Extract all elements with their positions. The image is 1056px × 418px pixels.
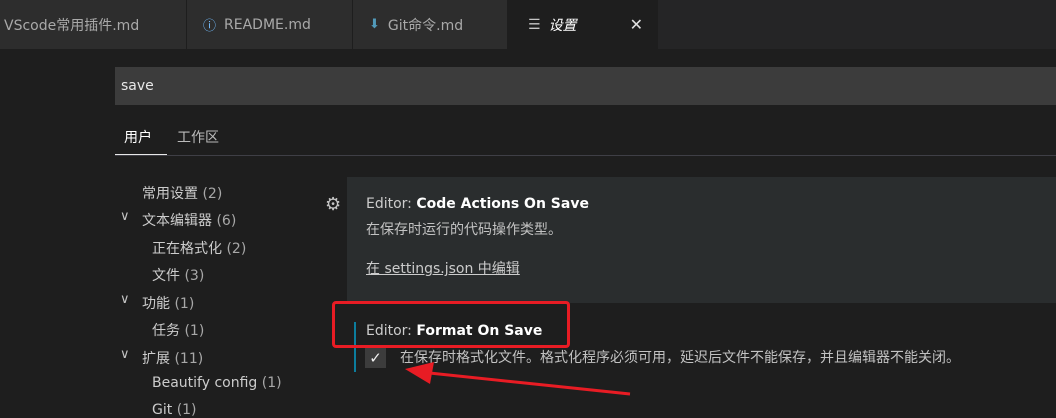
annotation-arrow bbox=[405, 362, 631, 396]
